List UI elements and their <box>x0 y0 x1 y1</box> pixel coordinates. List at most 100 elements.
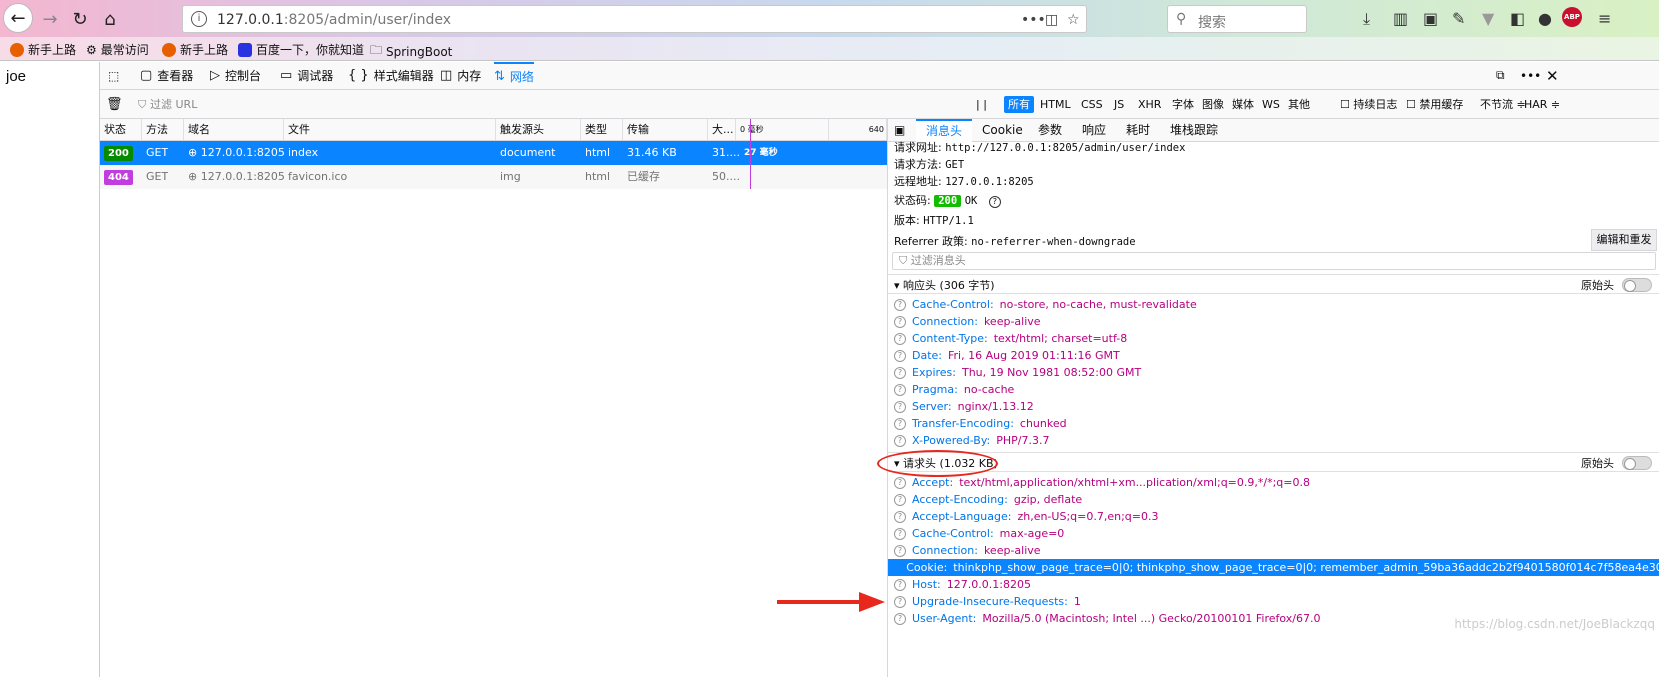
column-header[interactable]: 方法 <box>142 119 184 141</box>
filter-ws[interactable]: WS <box>1258 96 1284 113</box>
table-row[interactable]: 200 GET ⊕ 127.0.0.1:8205 index document … <box>100 141 887 165</box>
help-icon[interactable]: ? <box>894 434 906 447</box>
header-row[interactable]: ? Expires: Thu, 19 Nov 1981 08:52:00 GMT <box>894 364 1141 381</box>
url-bar[interactable]: i 127.0.0.1:8205/admin/user/index ••• ◫ … <box>182 5 1087 33</box>
filter-css[interactable]: CSS <box>1077 96 1107 113</box>
tab-style-editor[interactable]: { } 样式编辑器 <box>348 62 434 89</box>
filter-fonts[interactable]: 字体 <box>1168 96 1198 113</box>
column-header[interactable]: 域名 <box>184 119 284 141</box>
filter-js[interactable]: JS <box>1110 96 1128 113</box>
header-row[interactable]: ? Connection: keep-alive <box>894 313 1041 330</box>
filter-other[interactable]: 其他 <box>1284 96 1314 113</box>
bookmark-item[interactable]: 🗀 SpringBoot <box>370 41 452 62</box>
edit-resend-button[interactable]: 编辑和重发 <box>1591 229 1657 251</box>
filter-all[interactable]: 所有 <box>1004 96 1034 113</box>
table-row[interactable]: 404 GET ⊕ 127.0.0.1:8205 favicon.ico img… <box>100 165 887 189</box>
bookmark-star-icon[interactable]: ☆ <box>1067 12 1080 28</box>
search-box[interactable]: ⚲ 搜索 <box>1167 5 1307 33</box>
filter-xhr[interactable]: XHR <box>1134 96 1165 113</box>
page-actions-icon[interactable]: ••• <box>1021 12 1046 28</box>
menu-icon[interactable]: ≡ <box>1598 9 1611 28</box>
vpn-icon[interactable]: ▼ <box>1482 9 1494 28</box>
info-icon[interactable]: i <box>191 11 207 27</box>
download-icon[interactable]: ⤓ <box>1363 9 1370 29</box>
help-icon[interactable]: ? <box>894 510 906 523</box>
header-row[interactable]: ? Host: 127.0.0.1:8205 <box>894 576 1031 593</box>
help-icon[interactable]: ? <box>894 476 906 489</box>
header-row[interactable]: ? Accept-Language: zh,en-US;q=0.7,en;q=0.3 <box>894 508 1158 525</box>
column-header[interactable]: 传输 <box>623 119 708 141</box>
header-row[interactable]: ? Server: nginx/1.13.12 <box>894 398 1034 415</box>
screenshot-icon[interactable]: ▣ <box>1423 9 1438 28</box>
element-picker-icon[interactable]: ⬚ <box>108 62 119 89</box>
har-menu[interactable]: HAR ≑ <box>1520 96 1564 113</box>
edit-icon[interactable]: ✎ <box>1452 9 1465 28</box>
request-headers-section[interactable]: ▾ 请求头 (1.032 KB) 原始头 <box>888 452 1659 472</box>
column-header[interactable]: 文件 <box>284 119 496 141</box>
help-icon[interactable]: ? <box>894 578 906 591</box>
help-icon[interactable]: ? <box>894 298 906 311</box>
bookmark-item[interactable]: ⚙ 最常访问 <box>86 41 149 58</box>
help-icon[interactable]: ? <box>894 332 906 345</box>
help-icon[interactable]: ? <box>894 612 906 625</box>
header-row[interactable]: ? Content-Type: text/html; charset=utf-8 <box>894 330 1127 347</box>
header-row[interactable]: ? Cache-Control: no-store, no-cache, must-… <box>894 296 1197 313</box>
help-icon[interactable]: ? <box>894 493 906 506</box>
filter-headers-input[interactable]: ⛉ 过滤消息头 <box>892 252 1656 270</box>
library-icon[interactable]: ▥ <box>1393 9 1408 28</box>
column-header[interactable]: 类型 <box>581 119 623 141</box>
help-icon[interactable]: ? <box>894 595 906 608</box>
trash-icon[interactable]: 🗑 <box>102 96 127 113</box>
sidebar-icon[interactable]: ◧ <box>1510 9 1525 28</box>
response-headers-section[interactable]: ▾ 响应头 (306 字节) 原始头 <box>888 274 1659 294</box>
close-icon[interactable]: ✕ <box>1546 62 1559 89</box>
tab-network[interactable]: ⇅ 网络 <box>494 62 534 89</box>
pause-button[interactable]: | | <box>972 96 991 113</box>
raw-headers-toggle[interactable] <box>1622 456 1652 470</box>
header-row[interactable]: ? Date: Fri, 16 Aug 2019 01:11:16 GMT <box>894 347 1120 364</box>
help-icon[interactable]: ? <box>894 383 906 396</box>
filter-url-input[interactable]: 过滤 URL <box>146 96 201 113</box>
help-icon[interactable]: ? <box>894 544 906 557</box>
dock-icon[interactable]: ⧉ <box>1496 62 1505 89</box>
filter-images[interactable]: 图像 <box>1198 96 1228 113</box>
persist-log-checkbox[interactable]: ☐ 持续日志 <box>1336 96 1401 113</box>
account-icon[interactable]: ● <box>1538 9 1552 28</box>
header-row[interactable]: ? Transfer-Encoding: chunked <box>894 415 1067 432</box>
help-icon[interactable]: ? <box>894 366 906 379</box>
tab-console[interactable]: ▷ 控制台 <box>210 62 261 89</box>
more-icon[interactable]: ••• <box>1520 62 1541 89</box>
filter-html[interactable]: HTML <box>1036 96 1075 113</box>
header-row[interactable]: ? X-Powered-By: PHP/7.3.7 <box>894 432 1050 449</box>
tab-debugger[interactable]: ▭ 调试器 <box>280 62 333 89</box>
column-header[interactable]: 触发源头 <box>496 119 581 141</box>
forward-button[interactable]: → <box>36 5 64 33</box>
header-row[interactable]: ? Accept-Encoding: gzip, deflate <box>894 491 1082 508</box>
column-header[interactable]: 大... <box>708 119 736 141</box>
bookmark-item[interactable]: 新手上路 <box>162 41 228 58</box>
header-row[interactable]: ? User-Agent: Mozilla/5.0 (Macintosh; Inte… <box>894 610 1321 627</box>
filter-media[interactable]: 媒体 <box>1228 96 1258 113</box>
help-icon[interactable]: ? <box>894 349 906 362</box>
home-button[interactable]: ⌂ <box>96 5 124 33</box>
header-row[interactable]: ? Upgrade-Insecure-Requests: 1 <box>894 593 1081 610</box>
header-row[interactable]: ? Accept: text/html,application/xhtml+xm..… <box>894 474 1310 491</box>
help-icon[interactable]: ? <box>894 527 906 540</box>
raw-headers-toggle[interactable] <box>1622 278 1652 292</box>
disable-cache-checkbox[interactable]: ☐ 禁用缓存 <box>1402 96 1467 113</box>
adblock-icon[interactable]: ABP <box>1562 7 1582 27</box>
pocket-icon[interactable]: ◫ <box>1045 12 1058 28</box>
header-row[interactable]: ? Pragma: no-cache <box>894 381 1014 398</box>
help-icon[interactable]: ? <box>894 417 906 430</box>
header-row[interactable]: ?Cookie:thinkphp_show_page_trace=0|0; th… <box>888 559 1659 576</box>
header-row[interactable]: ? Connection: keep-alive <box>894 542 1041 559</box>
column-header[interactable]: 状态 <box>100 119 142 141</box>
bookmark-item[interactable]: 百度一下，你就知道 <box>238 41 364 58</box>
header-row[interactable]: ? Cache-Control: max-age=0 <box>894 525 1064 542</box>
help-icon[interactable]: ? <box>988 196 1001 208</box>
bookmark-item[interactable]: 新手上路 <box>10 41 76 58</box>
help-icon[interactable]: ? <box>894 400 906 413</box>
back-button[interactable]: ← <box>3 3 33 33</box>
reload-button[interactable]: ↻ <box>66 5 94 33</box>
tab-inspector[interactable]: ▢ 查看器 <box>140 62 193 89</box>
